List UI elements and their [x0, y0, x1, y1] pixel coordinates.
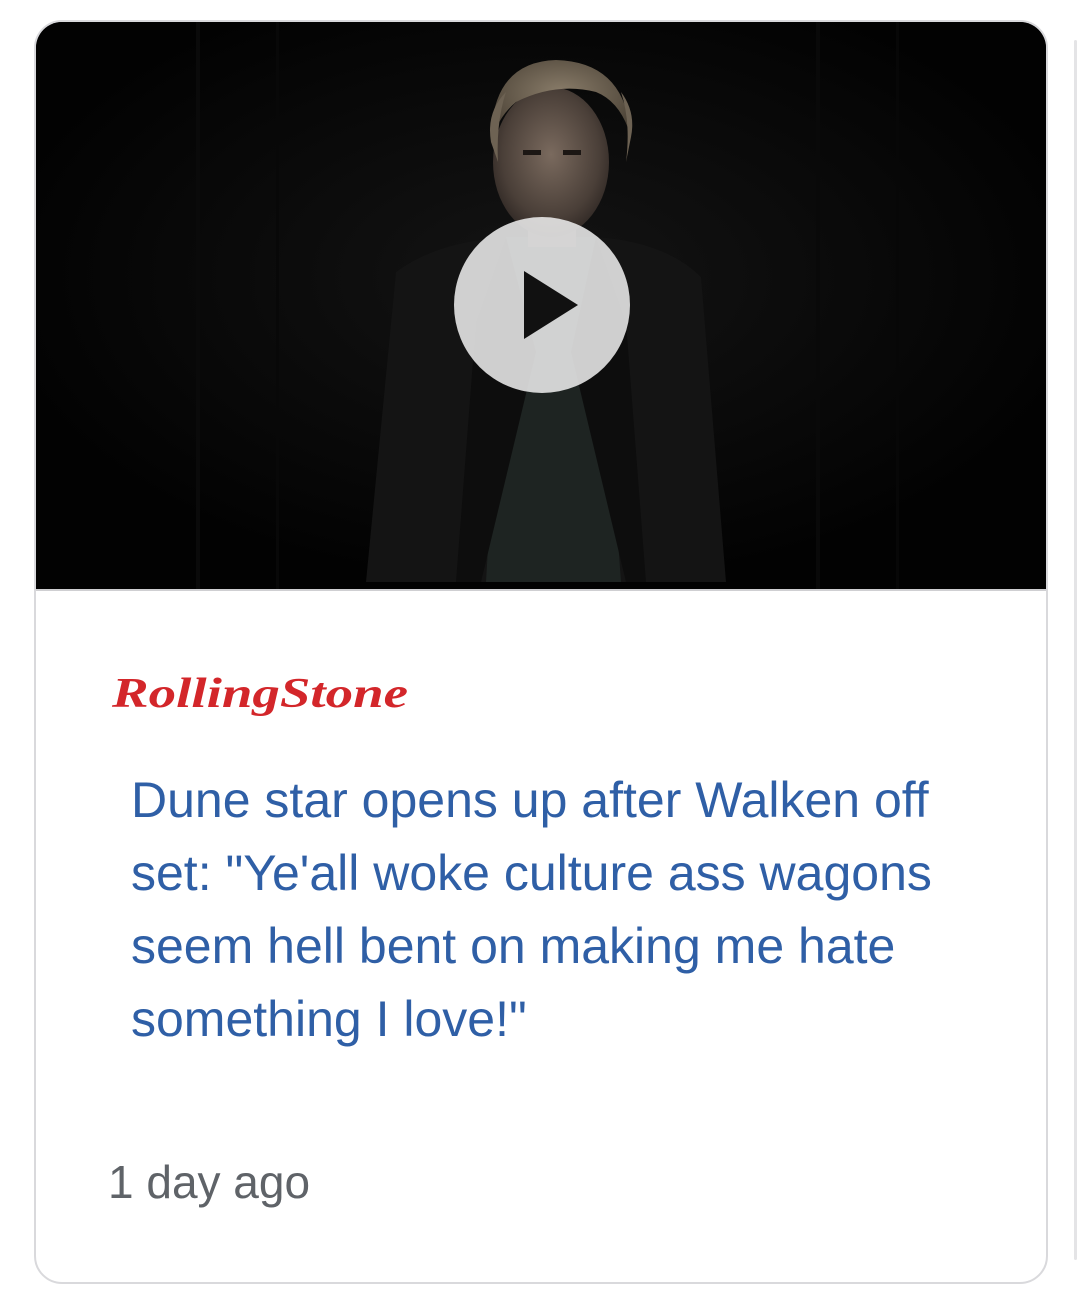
publisher-logo[interactable]: RollingStone — [108, 662, 418, 722]
divider — [36, 589, 1046, 591]
next-card-edge — [1074, 40, 1077, 1260]
news-card[interactable]: RollingStone Dune star opens up after Wa… — [34, 20, 1048, 1284]
headline[interactable]: Dune star opens up after Walken off set:… — [131, 764, 991, 1056]
timestamp: 1 day ago — [108, 1156, 311, 1208]
play-icon — [524, 271, 578, 339]
video-thumbnail[interactable] — [36, 22, 1046, 589]
play-button[interactable] — [454, 217, 630, 393]
publisher-name: RollingStone — [111, 671, 408, 717]
